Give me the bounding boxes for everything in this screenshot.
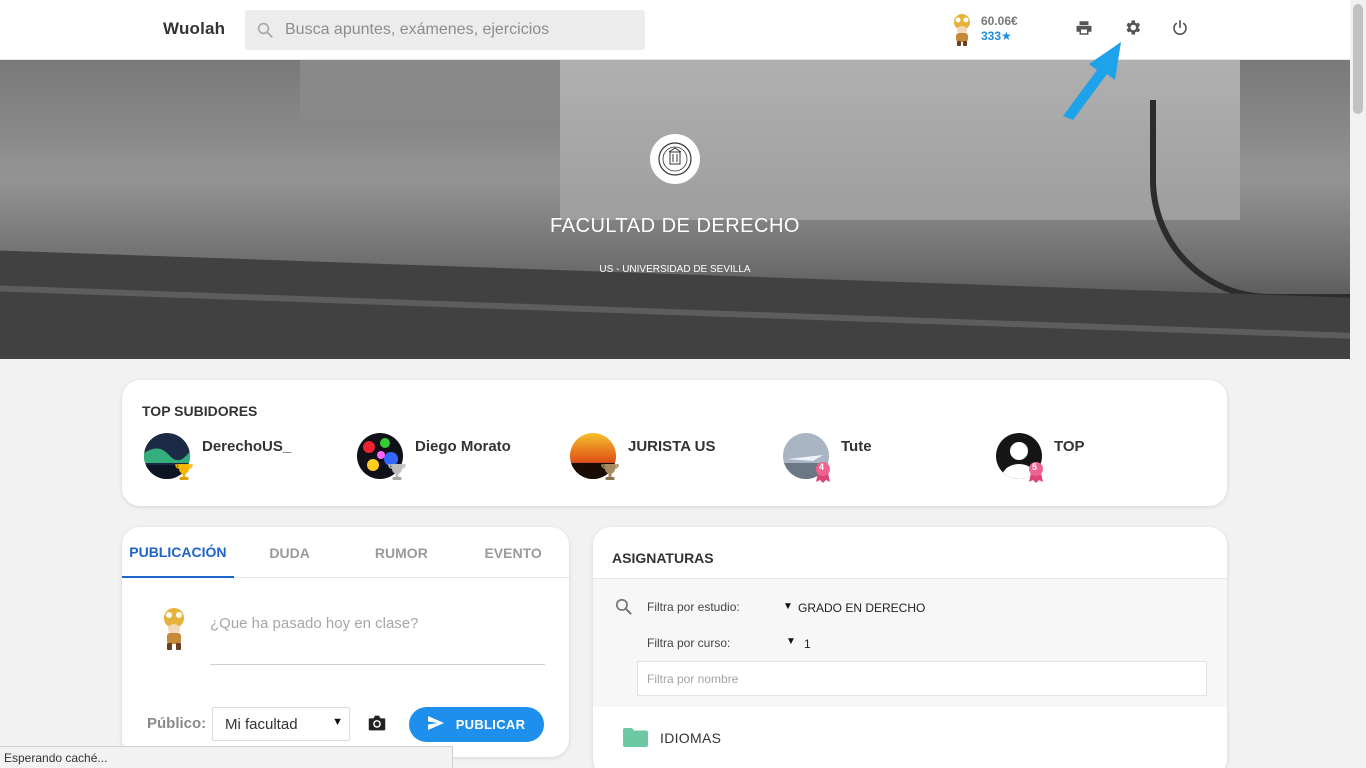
balance-amount: 60.06€ [981, 14, 1018, 28]
rank-number: 5 [1032, 462, 1038, 472]
pointer-arrow-icon [1055, 38, 1125, 125]
audience-value: Mi facultad [225, 715, 298, 733]
top-uploaders-card: TOP SUBIDORES DerechoUS_ Diego Morato JU… [122, 380, 1227, 506]
user-avatar[interactable] [948, 13, 976, 46]
logo[interactable]: Wuolah [163, 19, 225, 39]
publish-button[interactable]: PUBLICAR [409, 707, 544, 742]
user-avatar [159, 607, 189, 651]
uploader-name[interactable]: DerechoUS_ [202, 438, 291, 455]
tab-publicacion[interactable]: PUBLICACIÓN [122, 527, 234, 578]
uploader-name[interactable]: JURISTA US [628, 438, 716, 455]
logout-button[interactable] [1168, 18, 1192, 42]
tab-rumor[interactable]: RUMOR [346, 527, 458, 578]
search-bar[interactable] [245, 10, 645, 50]
bronze-trophy-icon [600, 461, 620, 483]
university-seal-icon [650, 134, 700, 184]
top-navbar: Wuolah 60.06€ 333★ [0, 0, 1350, 60]
subjects-card: ASIGNATURAS Filtra por estudio: ▼ GRADO … [593, 527, 1227, 768]
search-input[interactable] [285, 21, 635, 39]
audience-label: Público: [147, 715, 207, 732]
post-textarea[interactable] [210, 615, 545, 665]
send-icon [427, 716, 444, 733]
filter-course-label: Filtra por curso: [647, 636, 731, 650]
user-balance: 60.06€ 333★ [981, 14, 1018, 44]
filter-course-select[interactable]: 1 [804, 637, 811, 651]
filter-study-select[interactable]: GRADO EN DERECHO [798, 601, 925, 615]
post-composer-card: PUBLICACIÓN DUDA RUMOR EVENTO Público: M… [122, 527, 569, 757]
gear-icon [1123, 18, 1142, 42]
caret-down-icon: ▼ [332, 716, 343, 728]
post-type-tabs: PUBLICACIÓN DUDA RUMOR EVENTO [122, 527, 569, 578]
subjects-filters: Filtra por estudio: ▼ GRADO EN DERECHO F… [593, 579, 1227, 707]
power-icon [1171, 19, 1189, 42]
folder-idiomas[interactable]: IDIOMAS [660, 730, 721, 746]
camera-icon[interactable] [366, 712, 388, 734]
search-icon [614, 597, 633, 621]
rank-number: 4 [819, 462, 825, 472]
filter-name-input[interactable] [637, 661, 1207, 696]
subjects-title: ASIGNATURAS [612, 550, 714, 566]
stars-count: 333★ [981, 29, 1012, 43]
uploader-name[interactable]: TOP [1054, 438, 1085, 455]
uploader-name[interactable]: Diego Morato [415, 438, 511, 455]
caret-down-icon[interactable]: ▼ [783, 601, 793, 612]
scrollbar-thumb[interactable] [1353, 4, 1363, 114]
browser-status-bar: Esperando caché... [0, 746, 453, 768]
rank-ribbon-icon: 4 [813, 461, 833, 483]
top-uploaders-title: TOP SUBIDORES [142, 403, 258, 419]
audience-select[interactable]: Mi facultad ▼ [212, 707, 350, 741]
university-subtitle: US - UNIVERSIDAD DE SEVILLA [599, 264, 751, 275]
tab-duda[interactable]: DUDA [234, 527, 346, 578]
rank-ribbon-icon: 5 [1026, 461, 1046, 483]
faculty-title: FACULTAD DE DERECHO [550, 215, 800, 237]
uploader-name[interactable]: Tute [841, 438, 872, 455]
folder-icon [623, 728, 648, 747]
gold-trophy-icon [174, 461, 194, 483]
publish-label: PUBLICAR [455, 717, 526, 732]
subjects-header: ASIGNATURAS [593, 527, 1227, 579]
filter-study-label: Filtra por estudio: [647, 600, 740, 614]
faculty-hero-banner [0, 60, 1350, 359]
tab-evento[interactable]: EVENTO [457, 527, 569, 578]
page-scrollbar[interactable] [1350, 0, 1366, 768]
caret-down-icon[interactable]: ▼ [786, 636, 796, 647]
silver-trophy-icon [387, 461, 407, 483]
search-icon [245, 21, 285, 39]
